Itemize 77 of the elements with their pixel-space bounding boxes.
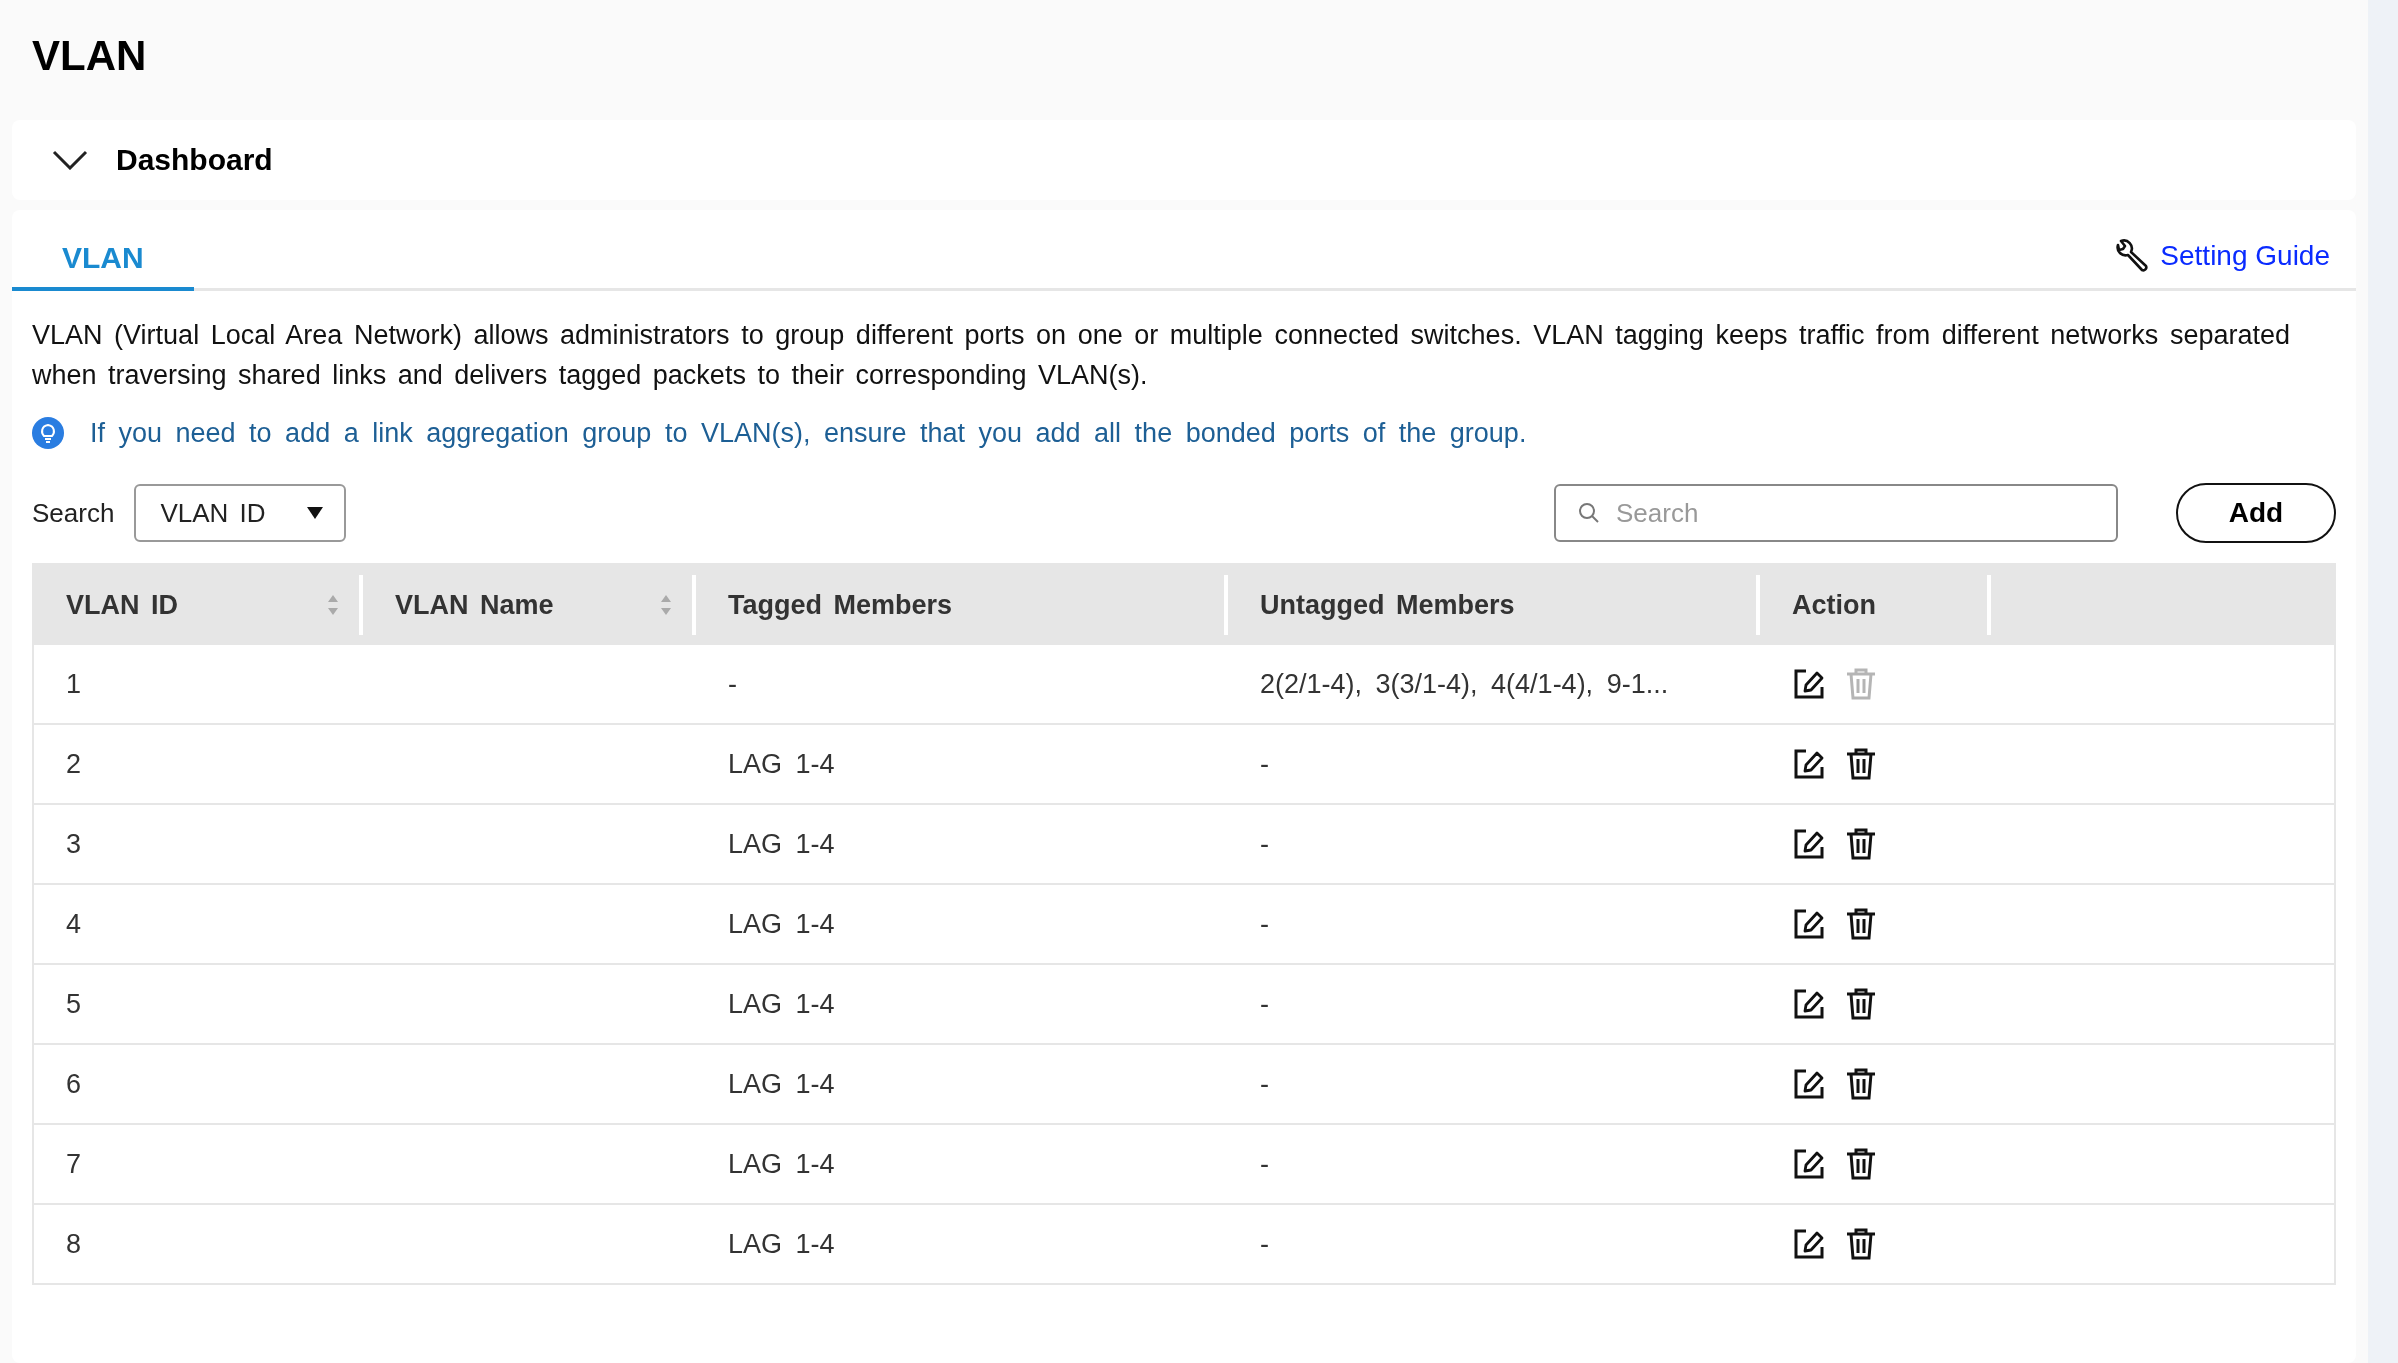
delete-button[interactable] xyxy=(1844,907,1878,941)
table-cell: 7 xyxy=(33,1124,363,1204)
delete-button[interactable] xyxy=(1844,1227,1878,1261)
edit-icon xyxy=(1792,827,1826,861)
table-cell: LAG 1-4 xyxy=(696,1124,1228,1204)
table-cell: - xyxy=(1228,804,1760,884)
table-cell: - xyxy=(1228,1124,1760,1204)
table-cell: 6 xyxy=(33,1044,363,1124)
chevron-icon xyxy=(52,150,88,170)
edit-button[interactable] xyxy=(1792,1227,1826,1261)
edit-icon xyxy=(1792,987,1826,1021)
delete-button[interactable] xyxy=(1844,987,1878,1021)
table-cell: LAG 1-4 xyxy=(696,1044,1228,1124)
edit-button[interactable] xyxy=(1792,1067,1826,1101)
edit-icon xyxy=(1792,747,1826,781)
table-cell: 4 xyxy=(33,884,363,964)
column-header[interactable]: VLAN ID xyxy=(33,564,363,645)
lightbulb-icon xyxy=(32,417,64,449)
column-header: Untagged Members xyxy=(1228,564,1760,645)
trash-icon xyxy=(1844,1147,1878,1181)
trash-icon xyxy=(1844,1067,1878,1101)
trash-icon xyxy=(1844,987,1878,1021)
delete-button[interactable] xyxy=(1844,1147,1878,1181)
table-cell: 5 xyxy=(33,964,363,1044)
trash-icon xyxy=(1844,667,1878,701)
tip-text: If you need to add a link aggregation group to VLAN(s), ensure that you add all the bonded ports of the group. xyxy=(90,417,1527,449)
table-cell: - xyxy=(1228,964,1760,1044)
search-filter-dropdown[interactable]: VLAN ID xyxy=(134,484,346,542)
edit-button[interactable] xyxy=(1792,667,1826,701)
search-label: Search xyxy=(32,497,115,529)
edit-button[interactable] xyxy=(1792,827,1826,861)
sort-icon xyxy=(327,593,339,617)
table-cell: LAG 1-4 xyxy=(696,804,1228,884)
sort-icon xyxy=(660,593,672,617)
table-cell: 3 xyxy=(33,804,363,884)
edit-icon xyxy=(1792,1067,1826,1101)
table-cell: 8 xyxy=(33,1204,363,1284)
table-cell: LAG 1-4 xyxy=(696,724,1228,804)
edit-button[interactable] xyxy=(1792,987,1826,1021)
trash-icon xyxy=(1844,1227,1878,1261)
description-text: VLAN (Virtual Local Area Network) allows administrators to group different ports on one or multiple connected switches. VLAN tagging keeps traffic from different networks separated when traversing shared links and delivers tagged packets to their corresponding VLAN(s). xyxy=(32,319,2290,392)
dashboard-label: Dashboard xyxy=(116,143,273,177)
table-cell: 2 xyxy=(33,724,363,804)
delete-button[interactable] xyxy=(1844,827,1878,861)
page-title: VLAN xyxy=(32,32,148,80)
edit-button[interactable] xyxy=(1792,1147,1826,1181)
edit-icon xyxy=(1792,667,1826,701)
table-cell: - xyxy=(1228,724,1760,804)
delete-button[interactable] xyxy=(1844,747,1878,781)
column-header: Tagged Members xyxy=(696,564,1228,645)
table-cell: LAG 1-4 xyxy=(696,884,1228,964)
trash-icon xyxy=(1844,907,1878,941)
edit-icon xyxy=(1792,1147,1826,1181)
table-cell: - xyxy=(1228,1044,1760,1124)
delete-button[interactable] xyxy=(1844,1067,1878,1101)
setting-guide-link[interactable]: Setting Guide xyxy=(2106,236,2336,276)
trash-icon xyxy=(1844,747,1878,781)
column-header[interactable]: VLAN Name xyxy=(363,564,696,645)
table-cell: 2(2/1-4), 3(3/1-4), 4(4/1-4), 9-1... xyxy=(1228,645,1760,724)
edit-icon xyxy=(1792,1227,1826,1261)
edit-button[interactable] xyxy=(1792,907,1826,941)
search-icon xyxy=(1578,502,1600,524)
table-cell: LAG 1-4 xyxy=(696,964,1228,1044)
column-header: Action xyxy=(1760,564,1991,645)
edit-button[interactable] xyxy=(1792,747,1826,781)
dashboard-header[interactable]: Dashboard xyxy=(12,120,2356,200)
dropdown-triangle-icon xyxy=(305,506,324,520)
table-cell: LAG 1-4 xyxy=(696,1204,1228,1284)
table-cell: - xyxy=(696,645,1228,724)
trash-icon xyxy=(1844,827,1878,861)
table-cell: 1 xyxy=(33,645,363,724)
edit-icon xyxy=(1792,907,1826,941)
add-button[interactable]: Add xyxy=(2176,483,2336,543)
vlan-tab[interactable]: VLAN xyxy=(12,241,194,291)
table-cell: - xyxy=(1228,1204,1760,1284)
table-cell: - xyxy=(1228,884,1760,964)
search-field[interactable]: Search xyxy=(1554,484,2118,542)
